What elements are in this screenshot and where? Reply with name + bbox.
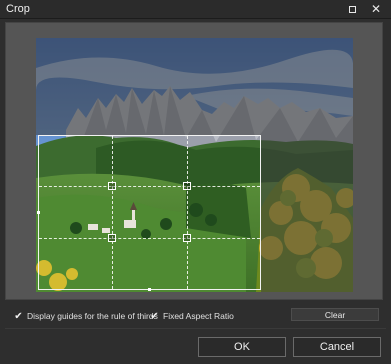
cancel-button[interactable]: Cancel <box>293 337 381 357</box>
crop-handle[interactable] <box>183 234 191 242</box>
rule-of-thirds-option[interactable]: ✔ Display guides for the rule of thirds <box>14 311 158 321</box>
crop-handle[interactable] <box>108 234 116 242</box>
close-button[interactable]: ✕ <box>365 0 387 18</box>
ok-button[interactable]: OK <box>198 337 286 357</box>
maximize-icon <box>348 5 356 13</box>
close-icon: ✕ <box>370 2 382 16</box>
crop-mask-right <box>261 135 353 292</box>
rule-of-thirds-label: Display guides for the rule of thirds <box>27 311 158 321</box>
crop-edge-handle[interactable] <box>37 211 40 214</box>
divider <box>5 328 386 329</box>
window-title: Crop <box>6 3 30 15</box>
thirds-guide-horizontal <box>39 238 260 239</box>
maximize-button[interactable] <box>341 0 363 18</box>
fixed-aspect-checkbox[interactable]: ✔ <box>150 311 159 321</box>
crop-mask-top <box>36 38 353 135</box>
crop-handle[interactable] <box>183 182 191 190</box>
fixed-aspect-option[interactable]: ✔ Fixed Aspect Ratio <box>150 311 234 321</box>
crop-rectangle[interactable] <box>37 135 261 291</box>
thirds-guide-horizontal <box>39 186 260 187</box>
clear-button[interactable]: Clear <box>291 308 379 321</box>
thirds-guide-vertical <box>112 136 113 289</box>
crop-edge-handle[interactable] <box>148 288 151 291</box>
crop-handle[interactable] <box>108 182 116 190</box>
rule-of-thirds-checkbox[interactable]: ✔ <box>14 311 23 321</box>
fixed-aspect-label: Fixed Aspect Ratio <box>163 311 234 321</box>
title-bar: Crop ✕ <box>0 0 391 19</box>
thirds-guide-vertical <box>187 136 188 289</box>
